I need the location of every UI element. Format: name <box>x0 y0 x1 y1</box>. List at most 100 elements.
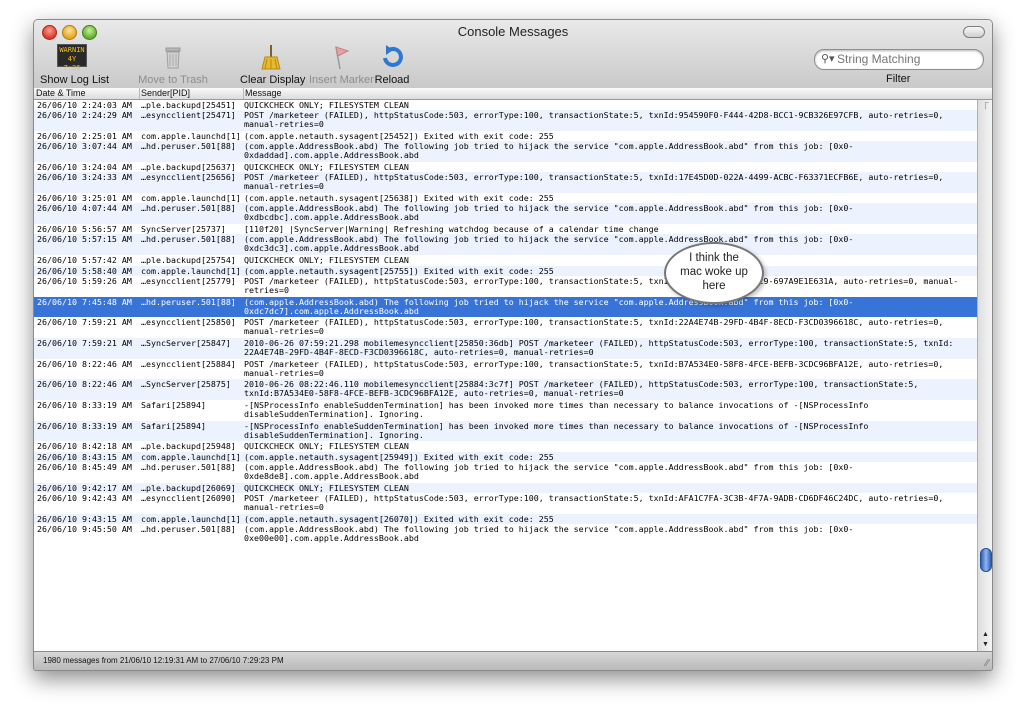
search-field[interactable]: ⚲▾ <box>814 49 984 70</box>
message-cell: (com.apple.netauth.sysagent[25949]) Exit… <box>244 452 554 462</box>
filter-label: Filter <box>886 73 911 85</box>
date-cell: 26/06/10 2:24:03 AM <box>37 101 132 110</box>
magnifier-icon: ⚲▾ <box>821 53 835 65</box>
move-to-trash-button[interactable]: Move to Trash <box>138 44 208 86</box>
console-window: Console Messages WARNIN 4Y 7:36 Show Log… <box>33 19 993 671</box>
date-cell: 26/06/10 2:24:29 AM <box>37 111 132 121</box>
table-row[interactable]: 26/06/10 8:45:49 AM …hd.peruser.501[88] (c… <box>34 462 977 483</box>
show-log-list-label: Show Log List <box>40 74 110 86</box>
table-row[interactable]: 26/06/10 8:33:19 AM Safari[25894] -[NSProc… <box>34 400 977 421</box>
table-row[interactable]: 26/06/10 8:43:15 AM com.apple.launchd[1] (… <box>34 451 977 463</box>
table-row[interactable]: 26/06/10 7:59:21 AM …SyncServer[25847] 201… <box>34 337 977 359</box>
insert-marker-label: Insert Marker <box>309 74 374 86</box>
table-row[interactable]: 26/06/10 8:42:18 AM …ple.backupd[25948] QU… <box>34 441 977 451</box>
sender-cell: …esyncclient[25850] <box>141 318 236 328</box>
scroll-up-arrow[interactable]: ▲ <box>978 630 992 640</box>
table-row[interactable]: 26/06/10 8:33:19 AM Safari[25894] -[NSProc… <box>34 420 977 442</box>
table-row[interactable]: 26/06/10 9:43:15 AM com.apple.launchd[1] (… <box>34 513 977 525</box>
table-row[interactable]: 26/06/10 9:45:50 AM …hd.peruser.501[88] (c… <box>34 524 977 545</box>
table-row[interactable]: 26/06/10 2:25:01 AM com.apple.launchd[1] (… <box>34 131 977 141</box>
message-cell: (com.apple.AddressBook.abd) The followin… <box>244 204 854 223</box>
table-row[interactable]: 26/06/10 8:22:46 AM …SyncServer[25875] 201… <box>34 379 977 400</box>
clear-display-label: Clear Display <box>240 74 306 86</box>
broom-icon <box>255 44 287 70</box>
date-cell: 26/06/10 8:45:49 AM <box>37 463 132 473</box>
table-row[interactable]: 26/06/10 7:59:21 AM …esyncclient[25850] PO… <box>34 317 977 338</box>
date-cell: 26/06/10 5:57:15 AM <box>37 235 132 245</box>
message-cell: QUICKCHECK ONLY; FILESYSTEM CLEAN <box>244 442 409 452</box>
date-cell: 26/06/10 4:07:44 AM <box>37 204 132 214</box>
table-row[interactable]: 26/06/10 9:42:17 AM …ple.backupd[26069] QU… <box>34 482 977 494</box>
message-cell: (com.apple.netauth.sysagent[25452]) Exit… <box>244 132 554 142</box>
message-column-header[interactable]: Message <box>243 88 990 99</box>
flag-icon <box>325 44 357 70</box>
table-row[interactable]: 26/06/10 5:56:57 AM SyncServer[25737] [110… <box>34 224 977 234</box>
message-cell: (com.apple.AddressBook.abd) The followin… <box>244 142 854 161</box>
sender-cell: …ple.backupd[25451] <box>141 101 236 110</box>
annotation-speech-bubble: I think the mac woke up here <box>664 242 764 304</box>
status-bar: 1980 messages from 21/06/10 12:19:31 AM … <box>34 651 992 670</box>
scroll-down-arrow[interactable]: ▼ <box>978 640 992 650</box>
table-row[interactable]: 26/06/10 2:24:03 AM …ple.backupd[25451] QU… <box>34 100 977 110</box>
message-cell: POST /marketeer (FAILED), httpStatusCode… <box>244 173 944 192</box>
table-row[interactable]: 26/06/10 5:57:15 AM …hd.peruser.501[88] (c… <box>34 234 977 256</box>
message-cell: POST /marketeer (FAILED), httpStatusCode… <box>244 276 959 295</box>
date-cell: 26/06/10 8:22:46 AM <box>37 359 132 369</box>
table-row[interactable]: 26/06/10 5:58:40 AM com.apple.launchd[1] (… <box>34 265 977 276</box>
table-row[interactable]: 26/06/10 5:57:42 AM …ple.backupd[25754] QU… <box>34 255 977 265</box>
table-row[interactable]: 26/06/10 3:25:01 AM com.apple.launchd[1] (… <box>34 193 977 203</box>
table-row[interactable]: 26/06/10 2:24:29 AM …esyncclient[25471] PO… <box>34 110 977 132</box>
reload-button[interactable]: Reload <box>374 44 410 86</box>
vertical-scrollbar[interactable]: ⎾ ▲ ▼ <box>977 100 992 651</box>
table-row[interactable]: 26/06/10 3:24:04 AM …ple.backupd[25637] QU… <box>34 162 977 172</box>
sender-cell: …ple.backupd[25754] <box>141 256 236 266</box>
table-row[interactable]: 26/06/10 5:59:26 AM …esyncclient[25779] PO… <box>34 276 977 297</box>
date-cell: 26/06/10 5:57:42 AM <box>37 256 132 266</box>
message-cell: (com.apple.netauth.sysagent[25638]) Exit… <box>244 194 554 204</box>
sender-cell: Safari[25894] <box>141 400 206 410</box>
date-cell: 26/06/10 5:59:26 AM <box>37 276 132 286</box>
table-row[interactable]: 26/06/10 7:45:48 AM …hd.peruser.501[88] (c… <box>34 296 977 318</box>
message-cell: (com.apple.netauth.sysagent[26070]) Exit… <box>244 514 554 524</box>
date-cell: 26/06/10 9:45:50 AM <box>37 525 132 535</box>
table-row[interactable]: 26/06/10 3:07:44 AM …hd.peruser.501[88] (c… <box>34 141 977 163</box>
date-cell: 26/06/10 3:24:04 AM <box>37 163 132 173</box>
table-row[interactable]: 26/06/10 3:24:33 AM …esyncclient[25656] PO… <box>34 172 977 194</box>
message-cell: POST /marketeer (FAILED), httpStatusCode… <box>244 359 944 378</box>
date-column-header[interactable]: Date & Time <box>34 88 140 99</box>
sender-cell: com.apple.launchd[1] <box>141 452 239 462</box>
toolbar-toggle-button[interactable] <box>963 26 985 38</box>
message-cell: POST /marketeer (FAILED), httpStatusCode… <box>244 111 944 130</box>
search-input[interactable] <box>837 51 977 67</box>
table-row[interactable]: 26/06/10 4:07:44 AM …hd.peruser.501[88] (c… <box>34 203 977 225</box>
message-cell: 2010-06-26 08:22:46.110 mobilemesyncclie… <box>244 380 919 399</box>
sender-column-header[interactable]: Sender[PID] <box>139 88 244 99</box>
sender-cell: com.apple.launchd[1] <box>141 194 239 204</box>
table-row[interactable]: 26/06/10 8:22:46 AM …esyncclient[25884] PO… <box>34 359 977 380</box>
message-cell: QUICKCHECK ONLY; FILESYSTEM CLEAN <box>244 483 409 493</box>
sender-cell: …hd.peruser.501[88] <box>141 204 236 214</box>
message-list[interactable]: 26/06/10 2:24:03 AM …ple.backupd[25451] QU… <box>34 100 977 651</box>
sender-cell: com.apple.launchd[1] <box>141 132 239 142</box>
date-cell: 26/06/10 8:33:19 AM <box>37 421 132 431</box>
sender-cell: …SyncServer[25847] <box>141 338 231 348</box>
insert-marker-button[interactable]: Insert Marker <box>309 44 374 86</box>
sender-cell: …ple.backupd[26069] <box>141 483 236 493</box>
message-cell: -[NSProcessInfo enableSuddenTermination]… <box>244 400 869 419</box>
message-count-status: 1980 messages from 21/06/10 12:19:31 AM … <box>43 656 284 665</box>
resize-grip[interactable]: ∕∕ <box>986 658 989 669</box>
table-row[interactable]: 26/06/10 9:42:43 AM …esyncclient[26090] PO… <box>34 493 977 514</box>
show-log-list-button[interactable]: WARNIN 4Y 7:36 Show Log List <box>40 44 110 86</box>
date-cell: 26/06/10 2:25:01 AM <box>37 132 132 142</box>
sender-cell: com.apple.launchd[1] <box>141 514 239 524</box>
clear-display-button[interactable]: Clear Display <box>240 44 306 86</box>
reload-icon <box>376 44 408 70</box>
date-cell: 26/06/10 5:58:40 AM <box>37 266 132 276</box>
trash-icon <box>157 44 189 70</box>
sender-cell: …esyncclient[26090] <box>141 494 236 504</box>
scroll-thumb[interactable] <box>980 548 992 572</box>
scroll-top-cap: ⎾ <box>982 103 989 110</box>
sender-cell: SyncServer[25737] <box>141 225 226 235</box>
date-cell: 26/06/10 9:43:15 AM <box>37 514 132 524</box>
sender-cell: …ple.backupd[25637] <box>141 163 236 173</box>
